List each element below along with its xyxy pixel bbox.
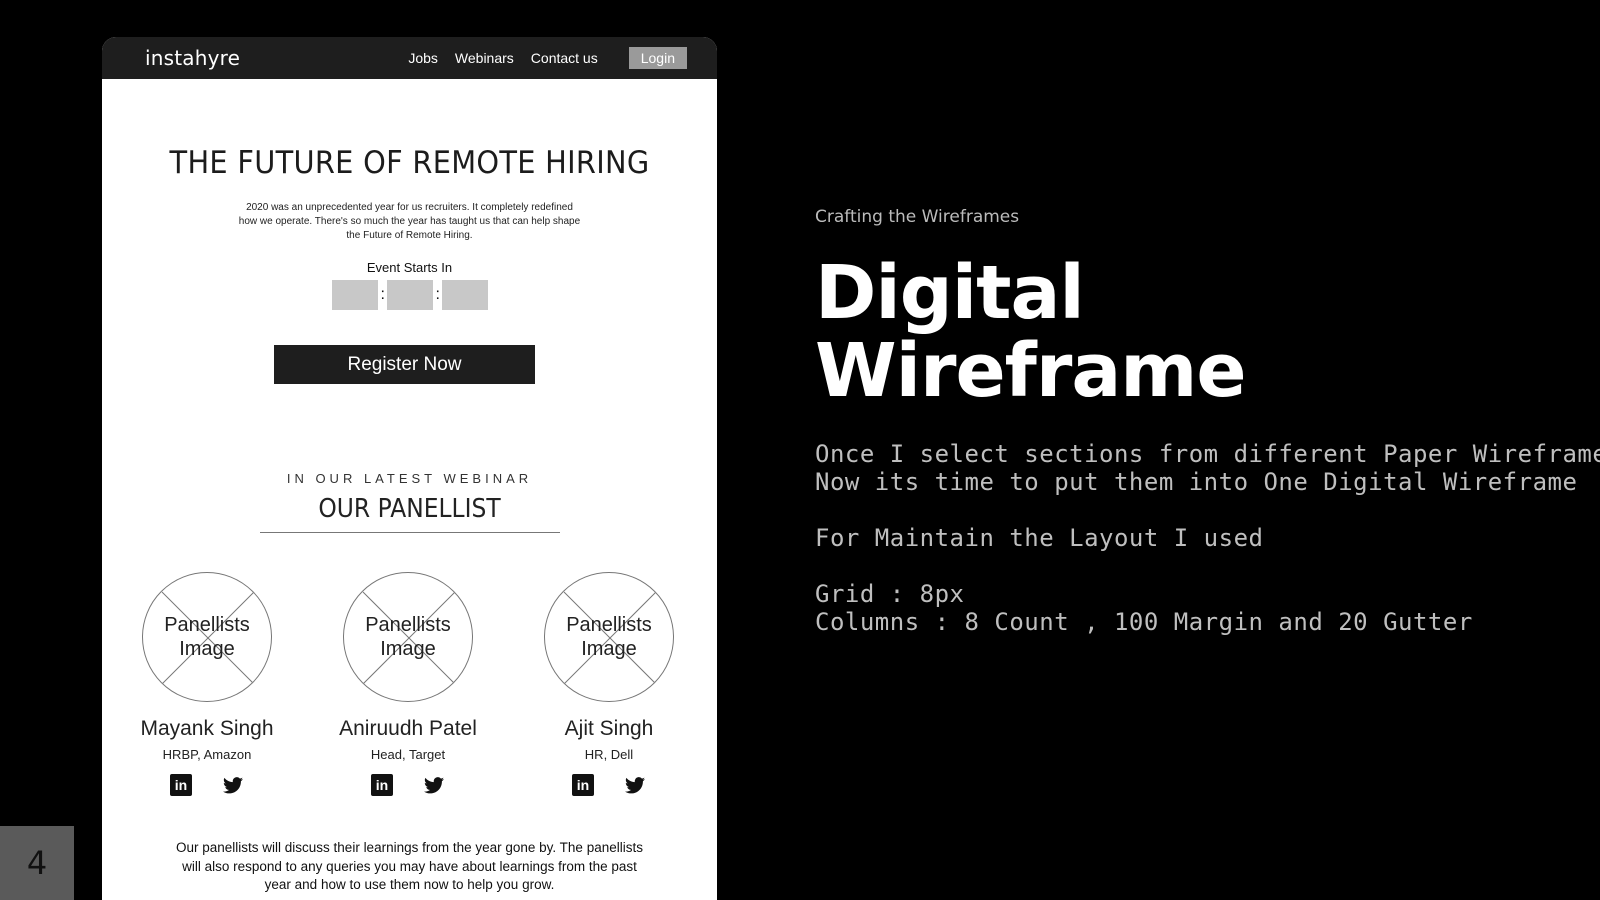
nav-links: Jobs Webinars Contact us Login: [408, 47, 687, 69]
twitter-icon[interactable]: [624, 774, 646, 796]
hero-description: 2020 was an unprecedented year for us re…: [230, 201, 590, 243]
panelist-role: HR, Dell: [584, 747, 634, 762]
body-line: Once I select sections from different Pa…: [815, 440, 1600, 468]
image-label-line: Panellists: [365, 614, 451, 636]
body-paragraph: For Maintain the Layout I used: [815, 524, 1263, 552]
twitter-icon[interactable]: [423, 774, 445, 796]
panelist-card: Panellists Image Aniruudh Patel Head, Ta…: [308, 572, 508, 796]
panelist-role: Head, Target: [370, 747, 446, 762]
countdown-minutes: [386, 280, 433, 310]
section-divider: [259, 532, 560, 533]
register-now-button[interactable]: Register Now: [274, 345, 535, 384]
slide-title: Digital Wireframe: [815, 250, 1247, 414]
panelist-image-label: Panellists Image: [545, 613, 673, 661]
body-line: Now its time to put them into One Digita…: [815, 468, 1578, 496]
body-line: Columns : 8 Count , 100 Margin and 20 Gu…: [815, 608, 1473, 636]
hero-description-line: 2020 was an unprecedented year for us re…: [246, 202, 573, 213]
login-button[interactable]: Login: [628, 47, 687, 69]
linkedin-icon[interactable]: in: [572, 774, 594, 796]
panelist-image-placeholder: Panellists Image: [544, 572, 674, 702]
panelist-role: HRBP, Amazon: [162, 747, 252, 762]
image-label-line: Image: [380, 638, 436, 660]
panellist-section-title: OUR PANELLIST: [318, 494, 501, 524]
linkedin-icon[interactable]: in: [170, 774, 192, 796]
countdown-separator: :: [380, 286, 385, 303]
body-line: For Maintain the Layout I used: [815, 524, 1264, 552]
panelist-name: Mayank Singh: [140, 717, 274, 740]
section-eyebrow: IN OUR LATEST WEBINAR: [286, 471, 533, 486]
panel-closing-text: Our panellists will discuss their learni…: [162, 839, 657, 895]
nav-link-webinars[interactable]: Webinars: [455, 50, 514, 66]
brand-logo[interactable]: instahyre: [145, 46, 240, 70]
image-label-line: Panellists: [566, 614, 652, 636]
countdown-timer: : :: [102, 280, 717, 310]
body-paragraph: Grid : 8px Columns : 8 Count , 100 Margi…: [815, 580, 1473, 636]
hero-title: THE FUTURE OF REMOTE HIRING: [169, 145, 650, 181]
image-label-line: Image: [179, 638, 235, 660]
nav-link-contact[interactable]: Contact us: [531, 50, 598, 66]
closing-line: Our panellists will discuss their learni…: [176, 840, 643, 855]
image-label-line: Panellists: [164, 614, 250, 636]
image-label-line: Image: [581, 638, 637, 660]
closing-line: will also respond to any queries you may…: [182, 858, 637, 874]
panelist-image-label: Panellists Image: [143, 613, 271, 661]
panelist-name: Aniruudh Patel: [339, 717, 477, 740]
body-line: Grid : 8px: [815, 580, 965, 608]
nav-link-jobs[interactable]: Jobs: [408, 50, 438, 66]
kicker-text: Crafting the Wireframes: [815, 207, 1020, 227]
panelist-social-links: in: [107, 774, 307, 796]
linkedin-icon[interactable]: in: [371, 774, 393, 796]
title-line: Digital: [815, 250, 1085, 336]
countdown-separator: :: [435, 286, 440, 303]
panelist-image-placeholder: Panellists Image: [142, 572, 272, 702]
hero-description-line: the Future of Remote Hiring.: [346, 230, 473, 241]
panelist-social-links: in: [509, 774, 709, 796]
panelist-name: Ajit Singh: [564, 717, 654, 740]
closing-line: year and how to use them now to help you…: [264, 877, 555, 892]
wireframe-navbar: instahyre Jobs Webinars Contact us Login: [102, 37, 717, 79]
panelist-card: Panellists Image Ajit Singh HR, Dell in: [509, 572, 709, 796]
panelist-image-label: Panellists Image: [344, 613, 472, 661]
panelist-image-placeholder: Panellists Image: [343, 572, 473, 702]
event-starts-label: Event Starts In: [366, 260, 453, 275]
panelist-card: Panellists Image Mayank Singh HRBP, Amaz…: [107, 572, 307, 796]
page-number: 4: [0, 826, 74, 900]
hero-description-line: how we operate. There's so much the year…: [238, 216, 581, 227]
countdown-seconds: [441, 280, 488, 310]
countdown-hours: [331, 280, 378, 310]
twitter-icon[interactable]: [222, 774, 244, 796]
body-paragraph: Once I select sections from different Pa…: [815, 440, 1600, 496]
title-line: Wireframe: [815, 328, 1247, 414]
panelist-social-links: in: [308, 774, 508, 796]
wireframe-mockup: instahyre Jobs Webinars Contact us Login…: [102, 37, 717, 900]
